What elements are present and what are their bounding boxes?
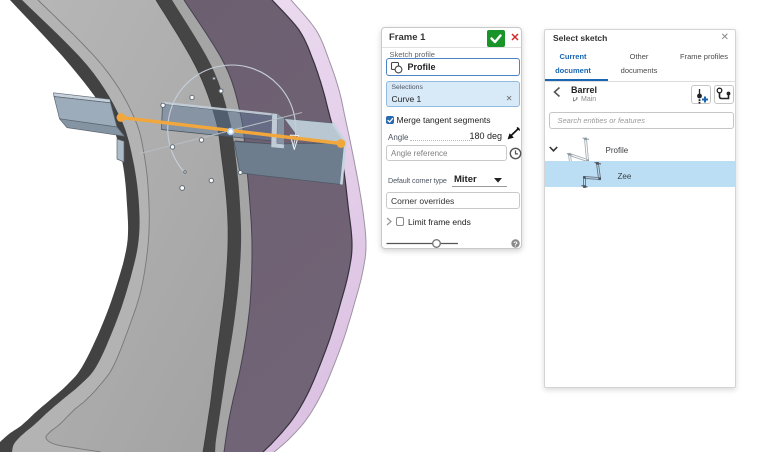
svg-text:?: ? [513, 240, 518, 249]
